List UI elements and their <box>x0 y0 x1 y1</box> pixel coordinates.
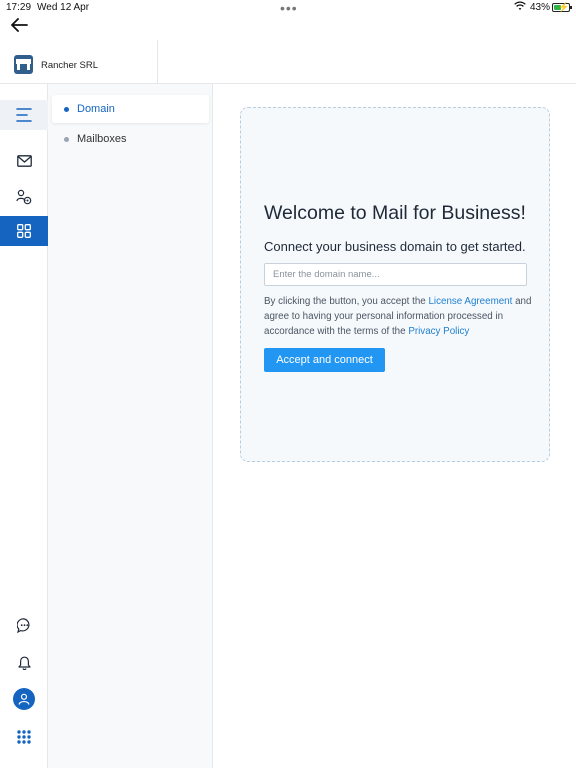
subnav-item-mailboxes[interactable]: Mailboxes <box>52 125 209 153</box>
left-rail <box>0 84 48 768</box>
apps-grid-icon[interactable] <box>0 216 48 246</box>
organization-name: Rancher SRL <box>41 60 99 71</box>
consent-prefix: By clicking the button, you accept the <box>264 296 426 307</box>
domain-subnav: Domain Mailboxes <box>48 84 213 768</box>
organization-switcher[interactable]: Rancher SRL <box>0 40 158 83</box>
subnav-item-domain[interactable]: Domain <box>52 95 209 123</box>
hamburger-menu-icon[interactable] <box>0 100 48 130</box>
subnav-item-label: Domain <box>77 103 115 115</box>
avatar <box>13 688 35 710</box>
domain-name-input[interactable] <box>264 263 527 286</box>
status-time: 17:29 <box>6 2 32 13</box>
battery-percent: 43% <box>530 2 551 13</box>
dots-grid-icon[interactable] <box>0 722 48 752</box>
welcome-card: Welcome to Mail for Business! Connect yo… <box>240 107 550 462</box>
wifi-icon <box>514 1 526 14</box>
license-agreement-link[interactable]: License Agreement <box>428 296 512 307</box>
back-arrow-icon[interactable] <box>10 18 30 36</box>
inactive-dot-icon <box>64 137 69 142</box>
users-settings-icon[interactable] <box>0 182 48 212</box>
chat-bubble-icon[interactable] <box>0 610 48 640</box>
more-dots-icon[interactable]: ••• <box>280 0 298 16</box>
accept-and-connect-button[interactable]: Accept and connect <box>264 348 385 372</box>
status-bar: 17:29 Wed 12 Apr ••• 43% ⚡ <box>0 0 576 16</box>
organization-logo-icon <box>14 55 33 74</box>
user-avatar-icon[interactable] <box>0 684 48 714</box>
main-content: Welcome to Mail for Business! Connect yo… <box>214 84 576 768</box>
mail-envelope-icon[interactable] <box>0 146 48 176</box>
privacy-policy-link[interactable]: Privacy Policy <box>408 326 469 337</box>
subnav-item-label: Mailboxes <box>77 133 127 145</box>
page-title: Welcome to Mail for Business! <box>264 202 526 224</box>
status-date: Wed 12 Apr <box>37 2 90 13</box>
consent-text: By clicking the button, you accept the L… <box>264 294 544 339</box>
header-bar: Rancher SRL <box>0 40 576 84</box>
page-subtitle: Connect your business domain to get star… <box>264 239 526 254</box>
active-dot-icon <box>64 107 69 112</box>
battery-charging-icon: ⚡ <box>552 2 572 12</box>
bell-icon[interactable] <box>0 648 48 678</box>
